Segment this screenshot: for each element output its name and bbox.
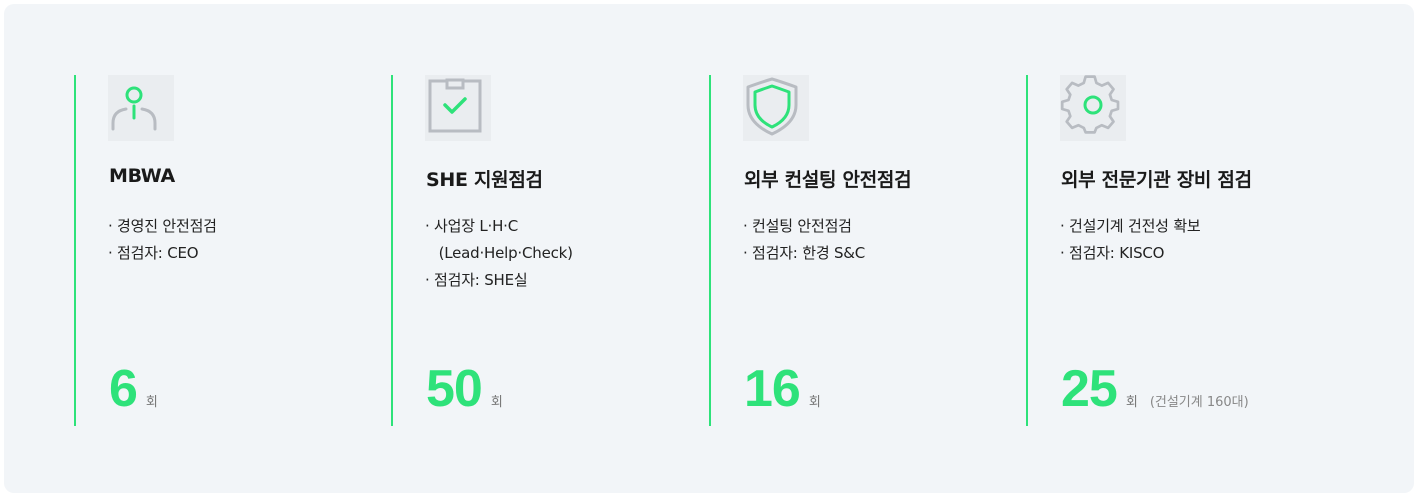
checked-box-icon [425, 75, 491, 141]
stat-unit: 회 [1125, 395, 1138, 410]
card-title: SHE 지원점검 [426, 169, 543, 191]
bullet-item: 건설기계 건전성 확보 [1060, 213, 1201, 240]
gear-icon [1060, 75, 1126, 141]
stat-value: 16 [744, 360, 801, 418]
card-she-support: SHE 지원점검 사업장 L·H·C (Lead·Help·Check) 점검자… [391, 75, 691, 426]
stat-value: 6 [109, 360, 138, 418]
bullet-item: 점검자: 한경 S&C [743, 240, 865, 267]
bullet-item: 점검자: KISCO [1060, 240, 1201, 267]
bullet-item: 점검자: SHE실 [425, 267, 573, 294]
bullet-list: 컨설팅 안전점검 점검자: 한경 S&C [743, 213, 865, 267]
person-icon [108, 75, 174, 141]
stat-note: (건설기계 160대) [1149, 395, 1249, 410]
bullet-item-continuation: (Lead·Help·Check) [434, 244, 573, 262]
card-title: 외부 컨설팅 안전점검 [744, 169, 912, 191]
stat-count: 16 회 [744, 359, 821, 419]
inspection-summary-panel: MBWA 경영진 안전점검 점검자: CEO 6 회 SHE 지원점검 사업장 … [4, 4, 1414, 493]
stat-count: 25 회 (건설기계 160대) [1061, 359, 1249, 419]
stat-value: 50 [426, 360, 483, 418]
bullet-item: 경영진 안전점검 [108, 213, 217, 240]
shield-icon [743, 75, 809, 141]
stat-unit: 회 [808, 395, 821, 410]
card-external-equipment: 외부 전문기관 장비 점검 건설기계 건전성 확보 점검자: KISCO 25 … [1026, 75, 1326, 426]
stat-count: 50 회 [426, 359, 503, 419]
card-external-consulting: 외부 컨설팅 안전점검 컨설팅 안전점검 점검자: 한경 S&C 16 회 [709, 75, 1009, 426]
card-title: MBWA [109, 165, 175, 187]
stat-unit: 회 [145, 395, 158, 410]
card-mbwa: MBWA 경영진 안전점검 점검자: CEO 6 회 [74, 75, 374, 426]
stat-value: 25 [1061, 360, 1118, 418]
bullet-item: 점검자: CEO [108, 240, 217, 267]
card-title: 외부 전문기관 장비 점검 [1061, 169, 1252, 191]
bullet-item: 사업장 L·H·C [425, 213, 573, 240]
stat-unit: 회 [490, 395, 503, 410]
stat-count: 6 회 [109, 359, 158, 419]
bullet-list: 사업장 L·H·C (Lead·Help·Check) 점검자: SHE실 [425, 213, 573, 294]
bullet-list: 건설기계 건전성 확보 점검자: KISCO [1060, 213, 1201, 267]
bullet-list: 경영진 안전점검 점검자: CEO [108, 213, 217, 267]
bullet-item: 컨설팅 안전점검 [743, 213, 865, 240]
